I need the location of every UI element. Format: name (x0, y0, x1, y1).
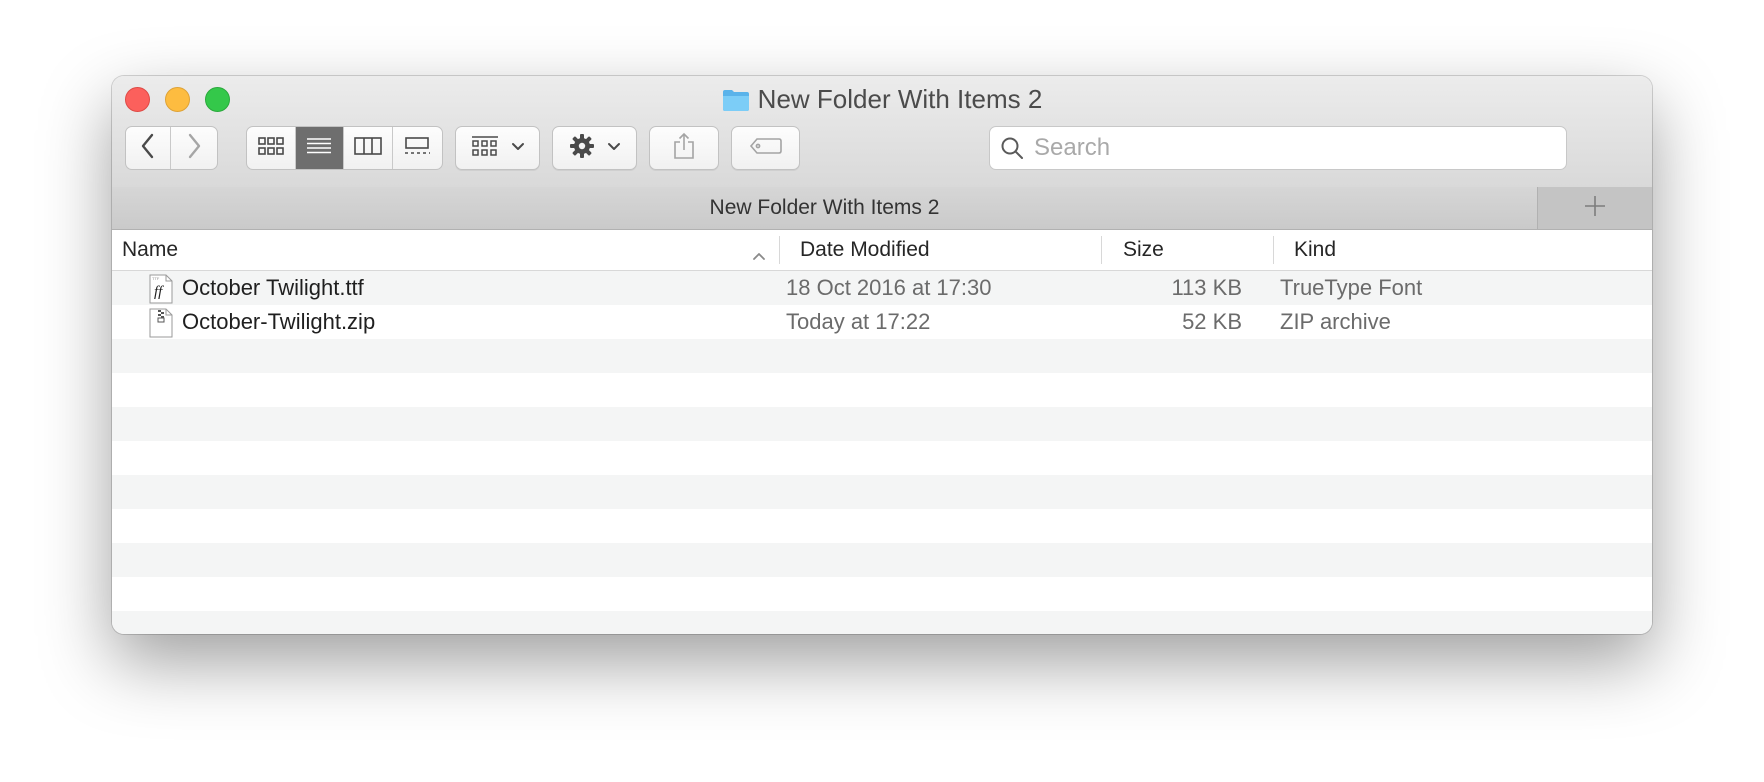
window-title-text: New Folder With Items 2 (757, 84, 1043, 114)
sort-ascending-icon (752, 243, 766, 267)
forward-button[interactable] (171, 127, 217, 169)
table-row[interactable]: TTF ff October Twilight.ttf 18 Oct 2016 … (112, 271, 1652, 305)
chevron-left-icon (140, 133, 156, 164)
share-icon (673, 132, 695, 165)
tab-current-folder[interactable]: New Folder With Items 2 (112, 187, 1537, 229)
empty-row (112, 509, 1652, 543)
empty-row (112, 441, 1652, 475)
tab-bar: New Folder With Items 2 (112, 187, 1652, 230)
back-button[interactable] (126, 127, 172, 169)
group-by-button[interactable] (455, 126, 540, 170)
column-header-size[interactable]: Size (1123, 230, 1263, 270)
plus-icon (1584, 195, 1606, 222)
column-date-label: Date Modified (800, 238, 930, 261)
zip-file-icon (149, 308, 173, 338)
view-mode-control (246, 126, 443, 170)
column-divider[interactable] (779, 236, 780, 264)
search-icon (1000, 136, 1024, 160)
icon-view-icon (257, 136, 284, 161)
file-kind: TrueType Font (1280, 275, 1423, 300)
chevron-down-icon (607, 139, 621, 157)
column-kind-label: Kind (1294, 238, 1337, 261)
empty-row (112, 543, 1652, 577)
column-header-kind[interactable]: Kind (1294, 230, 1634, 270)
file-kind: ZIP archive (1280, 309, 1391, 334)
icon-view-button[interactable] (247, 127, 296, 169)
back-forward-control (125, 126, 218, 170)
tag-button[interactable] (731, 126, 800, 170)
chevron-down-icon (511, 139, 525, 157)
table-row[interactable]: October-Twilight.zip Today at 17:22 52 K… (112, 305, 1652, 339)
empty-row (112, 373, 1652, 407)
empty-row (112, 339, 1652, 373)
file-size: 113 KB (1171, 275, 1242, 300)
search-field[interactable] (989, 126, 1567, 170)
file-list: TTF ff October Twilight.ttf 18 Oct 2016 … (112, 271, 1652, 634)
file-date: Today at 17:22 (786, 309, 931, 334)
tag-icon (749, 137, 783, 160)
column-divider[interactable] (1273, 236, 1274, 264)
empty-row (112, 407, 1652, 441)
file-name: October Twilight.ttf (182, 275, 364, 300)
column-header-name[interactable]: Name (122, 230, 762, 270)
file-size: 52 KB (1182, 309, 1242, 334)
empty-row (112, 611, 1652, 634)
group-by-icon (471, 135, 499, 162)
action-menu-button[interactable] (552, 126, 637, 170)
gallery-view-button[interactable] (393, 127, 442, 169)
folder-icon (722, 88, 750, 118)
window-title: New Folder With Items 2 (112, 84, 1652, 118)
new-tab-button[interactable] (1537, 187, 1652, 229)
list-view-button[interactable] (295, 127, 344, 169)
share-button[interactable] (649, 126, 719, 170)
file-date: 18 Oct 2016 at 17:30 (786, 275, 992, 300)
column-size-label: Size (1123, 238, 1164, 261)
font-file-icon: TTF ff (149, 274, 173, 304)
column-view-button[interactable] (344, 127, 393, 169)
column-name-label: Name (122, 238, 179, 261)
title-toolbar: New Folder With Items 2 (112, 76, 1652, 188)
column-divider[interactable] (1101, 236, 1102, 264)
chevron-right-icon (186, 133, 202, 164)
finder-window: New Folder With Items 2 Search New Folde… (112, 76, 1652, 634)
column-header-date[interactable]: Date Modified (800, 230, 1090, 270)
gear-icon (569, 133, 595, 164)
column-header: Name Date Modified Size Kind (112, 230, 1652, 271)
gallery-view-icon (403, 136, 431, 161)
svg-text:TTF: TTF (152, 276, 160, 281)
list-view-icon (306, 136, 332, 161)
file-name: October-Twilight.zip (182, 309, 376, 334)
empty-row (112, 475, 1652, 509)
column-view-icon (353, 136, 382, 161)
empty-row (112, 577, 1652, 611)
search-input[interactable] (1032, 133, 1536, 163)
